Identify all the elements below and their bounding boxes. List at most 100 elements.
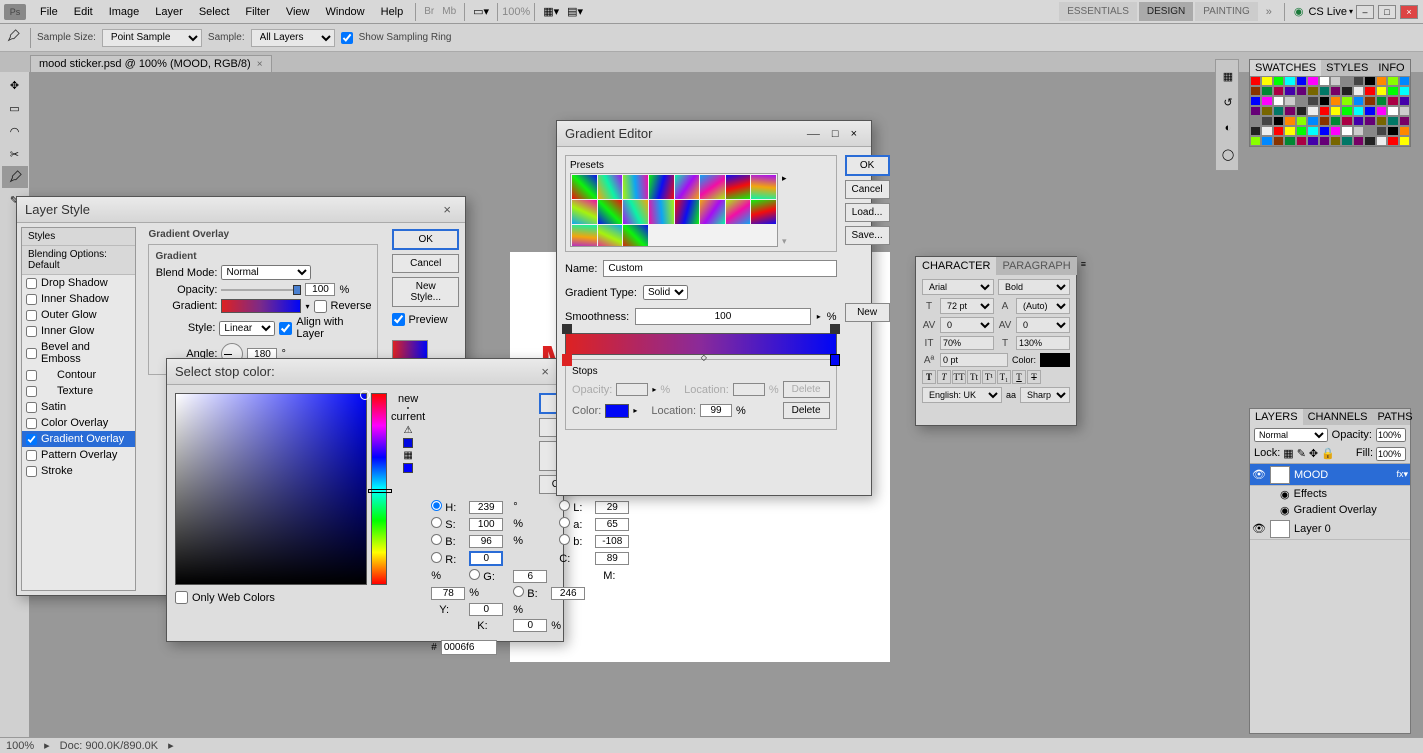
style-item-satin[interactable]: Satin (22, 399, 135, 415)
style-checkbox[interactable] (26, 466, 37, 477)
stop-color-swatch[interactable] (605, 404, 629, 418)
gradient-preset[interactable] (751, 175, 776, 199)
cslive-icon[interactable]: ◉ (1291, 5, 1307, 18)
gradient-type-select[interactable]: Solid (643, 285, 688, 300)
gradient-preset[interactable] (726, 175, 751, 199)
r-radio[interactable] (431, 552, 442, 563)
gradient-preset[interactable] (572, 225, 597, 247)
swatch[interactable] (1273, 136, 1284, 146)
load-button[interactable]: Load... (845, 203, 890, 222)
l-input[interactable] (595, 501, 629, 514)
swatch[interactable] (1273, 86, 1284, 96)
marquee-tool[interactable]: ▭ (2, 97, 28, 119)
swatch[interactable] (1376, 86, 1387, 96)
style-item-stroke[interactable]: Stroke (22, 463, 135, 479)
swatch[interactable] (1341, 126, 1352, 136)
swatch[interactable] (1307, 136, 1318, 146)
swatch[interactable] (1330, 126, 1341, 136)
swatch[interactable] (1319, 116, 1330, 126)
swatch[interactable] (1330, 86, 1341, 96)
menu-select[interactable]: Select (191, 2, 238, 22)
subscript[interactable]: T₁ (997, 370, 1011, 384)
document-tab[interactable]: mood sticker.psd @ 100% (MOOD, RGB/8) × (30, 55, 272, 72)
visibility-icon[interactable]: 👁 (1252, 522, 1266, 535)
swatch[interactable] (1364, 76, 1375, 86)
layer-effects[interactable]: ◉ Effects (1250, 486, 1410, 502)
g-input[interactable] (513, 570, 547, 583)
opacity-stop-left[interactable] (562, 324, 572, 334)
web-safe-icon[interactable]: ▦ (403, 450, 412, 461)
swatch[interactable] (1319, 96, 1330, 106)
font-weight-select[interactable]: Bold (998, 279, 1070, 295)
workspace-painting[interactable]: PAINTING (1195, 2, 1257, 21)
lab-b-input[interactable] (595, 535, 629, 548)
swatch[interactable] (1399, 106, 1410, 116)
gradient-preset[interactable] (598, 200, 623, 224)
gradient-swatch[interactable] (221, 299, 301, 313)
swatch[interactable] (1296, 136, 1307, 146)
swatch[interactable] (1273, 126, 1284, 136)
swatch[interactable] (1261, 106, 1272, 116)
baseline-input[interactable] (940, 353, 1008, 367)
swatch[interactable] (1273, 76, 1284, 86)
font-size-select[interactable]: 72 pt (940, 298, 994, 314)
swatch[interactable] (1273, 106, 1284, 116)
swatch[interactable] (1296, 86, 1307, 96)
all-caps[interactable]: TT (952, 370, 966, 384)
adjustments-panel-icon[interactable]: ◐ (1218, 118, 1238, 138)
window-maximize[interactable]: □ (1378, 5, 1396, 19)
launch-minibridge-icon[interactable]: Mb (438, 6, 460, 17)
swatch[interactable] (1399, 96, 1410, 106)
gradient-preset[interactable] (572, 175, 597, 199)
swatch[interactable] (1399, 136, 1410, 146)
menu-window[interactable]: Window (318, 2, 373, 22)
s-radio[interactable] (431, 517, 442, 528)
swatch[interactable] (1399, 86, 1410, 96)
menu-view[interactable]: View (278, 2, 318, 22)
gradient-preset[interactable] (649, 175, 674, 199)
show-sampling-ring-checkbox[interactable] (341, 32, 353, 44)
swatch[interactable] (1399, 76, 1410, 86)
stop-color-location-input[interactable] (700, 404, 732, 417)
swatch[interactable] (1364, 86, 1375, 96)
lock-position-icon[interactable]: ✥ (1309, 447, 1318, 461)
style-checkbox[interactable] (26, 310, 37, 321)
swatch[interactable] (1284, 106, 1295, 116)
zoom-level[interactable]: 100% (502, 6, 530, 18)
swatch[interactable] (1341, 76, 1352, 86)
style-item-inner-glow[interactable]: Inner Glow (22, 323, 135, 339)
swatch[interactable] (1307, 106, 1318, 116)
lock-transparent-icon[interactable]: ▦ (1283, 447, 1293, 461)
eyedropper-tool[interactable] (2, 166, 28, 188)
screen-mode-icon[interactable]: ▭▾ (469, 5, 493, 18)
swatch[interactable] (1273, 116, 1284, 126)
cancel-button[interactable]: Cancel (392, 254, 459, 273)
swatch[interactable] (1261, 126, 1272, 136)
g-radio[interactable] (469, 569, 480, 580)
smoothness-menu-icon[interactable]: ▸ (817, 312, 821, 321)
minibridge-panel-icon[interactable]: ▦ (1218, 66, 1238, 86)
style-item-gradient-overlay[interactable]: Gradient Overlay (22, 431, 135, 447)
swatch[interactable] (1376, 116, 1387, 126)
lock-all-icon[interactable]: 🔒 (1321, 447, 1335, 461)
vscale-input[interactable] (940, 336, 994, 350)
style-item-texture[interactable]: Texture (22, 383, 135, 399)
style-item-outer-glow[interactable]: Outer Glow (22, 307, 135, 323)
superscript[interactable]: T¹ (982, 370, 996, 384)
preview-checkbox[interactable] (392, 313, 405, 326)
swatch[interactable] (1387, 96, 1398, 106)
swatches-grid[interactable] (1250, 76, 1410, 146)
gradient-preset[interactable] (623, 225, 648, 247)
swatch[interactable] (1319, 106, 1330, 116)
swatch[interactable] (1284, 136, 1295, 146)
menu-help[interactable]: Help (373, 2, 412, 22)
gradient-preset[interactable] (700, 200, 725, 224)
new-button[interactable]: New (845, 303, 890, 322)
swatch[interactable] (1364, 96, 1375, 106)
swatch[interactable] (1261, 136, 1272, 146)
style-item-contour[interactable]: Contour (22, 367, 135, 383)
b-radio[interactable] (431, 534, 442, 545)
layer-mood[interactable]: 👁 T MOOD fx▾ (1250, 464, 1410, 486)
style-checkbox[interactable] (26, 434, 37, 445)
bval-input[interactable] (469, 535, 503, 548)
